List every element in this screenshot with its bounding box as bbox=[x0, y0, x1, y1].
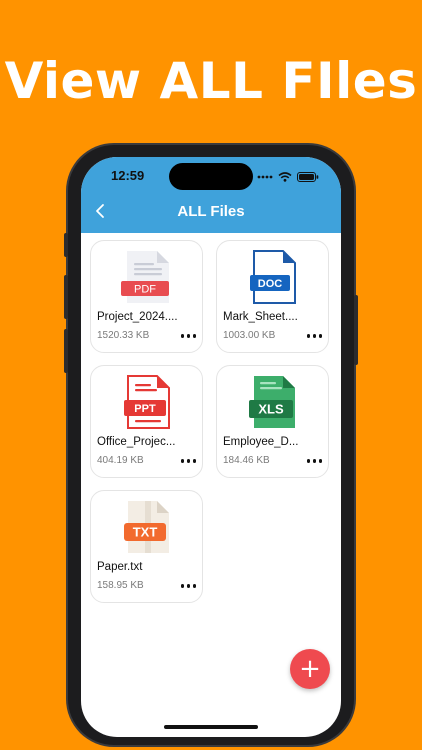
power-button bbox=[354, 295, 358, 365]
pdf-file-icon: PDF bbox=[121, 249, 175, 305]
svg-text:TXT: TXT bbox=[133, 525, 158, 540]
file-card-xls[interactable]: XLS Employee_D... 184.46 KB bbox=[216, 365, 329, 478]
phone-frame: 12:59 ALL Files PDF Project_2024.... 152… bbox=[64, 145, 358, 745]
wifi-icon bbox=[278, 169, 292, 187]
home-indicator[interactable] bbox=[164, 725, 258, 729]
status-time: 12:59 bbox=[111, 168, 145, 183]
more-options-button[interactable] bbox=[180, 459, 196, 463]
file-size: 1520.33 KB bbox=[97, 330, 150, 341]
more-options-button[interactable] bbox=[180, 334, 196, 338]
file-card-ppt[interactable]: PPT Office_Projec... 404.19 KB bbox=[90, 365, 203, 478]
more-options-button[interactable] bbox=[306, 459, 322, 463]
volume-up-button bbox=[64, 275, 68, 319]
file-size: 404.19 KB bbox=[97, 455, 144, 466]
file-size: 158.95 KB bbox=[97, 580, 144, 591]
file-size: 1003.00 KB bbox=[223, 330, 276, 341]
app-bar: 12:59 ALL Files bbox=[81, 157, 341, 233]
dynamic-island bbox=[169, 163, 253, 190]
svg-text:PPT: PPT bbox=[134, 403, 156, 415]
svg-text:XLS: XLS bbox=[258, 402, 284, 417]
file-name: Mark_Sheet.... bbox=[223, 311, 298, 323]
battery-icon bbox=[297, 169, 319, 187]
file-card-pdf[interactable]: PDF Project_2024.... 1520.33 KB bbox=[90, 240, 203, 353]
file-name: Project_2024.... bbox=[97, 311, 178, 323]
file-name: Employee_D... bbox=[223, 436, 299, 448]
xls-file-icon: XLS bbox=[247, 374, 301, 430]
file-card-doc[interactable]: DOC Mark_Sheet.... 1003.00 KB bbox=[216, 240, 329, 353]
file-name: Paper.txt bbox=[97, 561, 143, 573]
headline: View ALL FIles bbox=[4, 52, 418, 110]
volume-down-button bbox=[64, 329, 68, 373]
file-size: 184.46 KB bbox=[223, 455, 270, 466]
doc-file-icon: DOC bbox=[247, 249, 301, 305]
ppt-file-icon: PPT bbox=[121, 374, 175, 430]
txt-file-icon: TXT bbox=[121, 499, 175, 555]
svg-text:DOC: DOC bbox=[258, 278, 283, 290]
add-file-button[interactable]: + bbox=[290, 649, 330, 689]
more-options-button[interactable] bbox=[306, 334, 322, 338]
file-name: Office_Projec... bbox=[97, 436, 176, 448]
signal-icon bbox=[257, 169, 273, 187]
file-card-txt[interactable]: TXT Paper.txt 158.95 KB bbox=[90, 490, 203, 603]
svg-text:PDF: PDF bbox=[134, 284, 156, 296]
status-icons bbox=[257, 169, 319, 187]
mute-switch bbox=[64, 233, 68, 257]
phone-screen: 12:59 ALL Files PDF Project_2024.... 152… bbox=[81, 157, 341, 737]
page-title: ALL Files bbox=[177, 203, 245, 220]
more-options-button[interactable] bbox=[180, 584, 196, 588]
